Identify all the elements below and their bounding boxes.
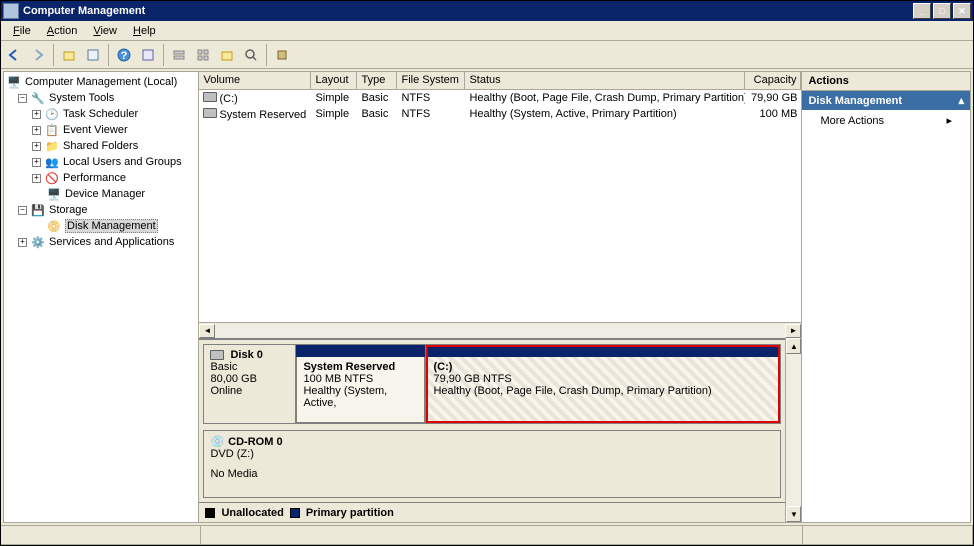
navigation-tree[interactable]: 🖥️Computer Management (Local) −🔧System T… bbox=[4, 72, 199, 522]
col-status[interactable]: Status bbox=[465, 72, 745, 89]
legend-swatch-primary bbox=[290, 508, 300, 518]
content-pane: Volume Layout Type File System Status Ca… bbox=[199, 72, 802, 522]
actions-more[interactable]: More Actions ▸ bbox=[802, 110, 970, 131]
tree-performance[interactable]: +🚫Performance bbox=[4, 170, 198, 186]
find-button[interactable] bbox=[240, 44, 262, 66]
disk-icon bbox=[210, 350, 224, 360]
tree-shared-folders[interactable]: +📁Shared Folders bbox=[4, 138, 198, 154]
disk-graphical-view: Disk 0 Basic 80,00 GB Online System Rese… bbox=[199, 338, 785, 502]
actions-header: Actions bbox=[802, 72, 970, 91]
toolbar: ? bbox=[1, 41, 973, 69]
drive-icon bbox=[203, 108, 217, 118]
status-bar bbox=[1, 525, 973, 545]
main-body: 🖥️Computer Management (Local) −🔧System T… bbox=[3, 71, 971, 523]
maximize-button[interactable]: □ bbox=[933, 3, 951, 19]
legend-primary: Primary partition bbox=[306, 507, 394, 519]
volume-list: Volume Layout Type File System Status Ca… bbox=[199, 72, 801, 338]
partition-c[interactable]: (C:) 79,90 GB NTFS Healthy (Boot, Page F… bbox=[426, 345, 780, 423]
tree-services-apps[interactable]: +⚙️Services and Applications bbox=[4, 234, 198, 250]
svg-text:?: ? bbox=[121, 50, 128, 62]
col-volume[interactable]: Volume bbox=[199, 72, 311, 89]
volume-row-c[interactable]: (C:) Simple Basic NTFS Healthy (Boot, Pa… bbox=[199, 90, 801, 106]
cdrom-info[interactable]: 💿CD-ROM 0 DVD (Z:) No Media bbox=[203, 430, 781, 498]
col-type[interactable]: Type bbox=[357, 72, 397, 89]
menu-view[interactable]: View bbox=[85, 23, 125, 39]
view2-button[interactable] bbox=[192, 44, 214, 66]
minimize-button[interactable]: _ bbox=[913, 3, 931, 19]
scroll-down-icon[interactable]: ▼ bbox=[786, 506, 801, 522]
legend: Unallocated Primary partition bbox=[199, 502, 785, 522]
cdrom-row[interactable]: 💿CD-ROM 0 DVD (Z:) No Media bbox=[203, 430, 781, 498]
refresh-button[interactable] bbox=[137, 44, 159, 66]
close-button[interactable]: ✕ bbox=[953, 3, 971, 19]
help-button[interactable]: ? bbox=[113, 44, 135, 66]
chevron-right-icon: ▸ bbox=[946, 114, 952, 127]
cdrom-icon: 💿 bbox=[210, 435, 224, 448]
volume-row-sysres[interactable]: System Reserved Simple Basic NTFS Health… bbox=[199, 106, 801, 122]
actions-selected[interactable]: Disk Management ▴ bbox=[802, 91, 970, 110]
scroll-up-icon[interactable]: ▲ bbox=[786, 338, 801, 354]
legend-swatch-unallocated bbox=[205, 508, 215, 518]
col-layout[interactable]: Layout bbox=[311, 72, 357, 89]
disk0-info[interactable]: Disk 0 Basic 80,00 GB Online bbox=[203, 344, 295, 424]
tree-disk-management[interactable]: 📀Disk Management bbox=[4, 218, 198, 234]
actions-pane: Actions Disk Management ▴ More Actions ▸ bbox=[802, 72, 970, 522]
partition-system-reserved[interactable]: System Reserved 100 MB NTFS Healthy (Sys… bbox=[296, 345, 426, 423]
volume-header[interactable]: Volume Layout Type File System Status Ca… bbox=[199, 72, 801, 90]
legend-unallocated: Unallocated bbox=[221, 507, 283, 519]
collapse-icon: ▴ bbox=[958, 94, 964, 107]
computer-management-window: Computer Management _ □ ✕ File Action Vi… bbox=[0, 0, 974, 546]
tree-system-tools[interactable]: −🔧System Tools bbox=[4, 90, 198, 106]
app-icon bbox=[3, 3, 19, 19]
window-title: Computer Management bbox=[23, 5, 913, 17]
menu-help[interactable]: Help bbox=[125, 23, 164, 39]
scroll-right-icon[interactable]: ► bbox=[785, 324, 801, 338]
menu-bar: File Action View Help bbox=[1, 21, 973, 41]
tree-local-users[interactable]: +👥Local Users and Groups bbox=[4, 154, 198, 170]
disk0-row[interactable]: Disk 0 Basic 80,00 GB Online System Rese… bbox=[203, 344, 781, 424]
volume-hscroll[interactable]: ◄ ► bbox=[199, 322, 801, 338]
back-button[interactable] bbox=[3, 44, 25, 66]
tree-root[interactable]: 🖥️Computer Management (Local) bbox=[4, 74, 198, 90]
menu-action[interactable]: Action bbox=[39, 23, 86, 39]
extras-button[interactable] bbox=[271, 44, 293, 66]
tree-event-viewer[interactable]: +📋Event Viewer bbox=[4, 122, 198, 138]
disk-vscroll[interactable]: ▲ ▼ bbox=[785, 338, 801, 522]
menu-file[interactable]: File bbox=[5, 23, 39, 39]
tree-task-scheduler[interactable]: +🕑Task Scheduler bbox=[4, 106, 198, 122]
forward-button[interactable] bbox=[27, 44, 49, 66]
properties-button[interactable] bbox=[82, 44, 104, 66]
up-button[interactable] bbox=[58, 44, 80, 66]
tree-storage[interactable]: −💾Storage bbox=[4, 202, 198, 218]
tree-device-manager[interactable]: 🖥️Device Manager bbox=[4, 186, 198, 202]
drive-icon bbox=[203, 92, 217, 102]
col-capacity[interactable]: Capacity bbox=[745, 72, 801, 89]
view1-button[interactable] bbox=[168, 44, 190, 66]
scroll-left-icon[interactable]: ◄ bbox=[199, 324, 215, 338]
settings-button[interactable] bbox=[216, 44, 238, 66]
col-fs[interactable]: File System bbox=[397, 72, 465, 89]
title-bar: Computer Management _ □ ✕ bbox=[1, 1, 973, 21]
